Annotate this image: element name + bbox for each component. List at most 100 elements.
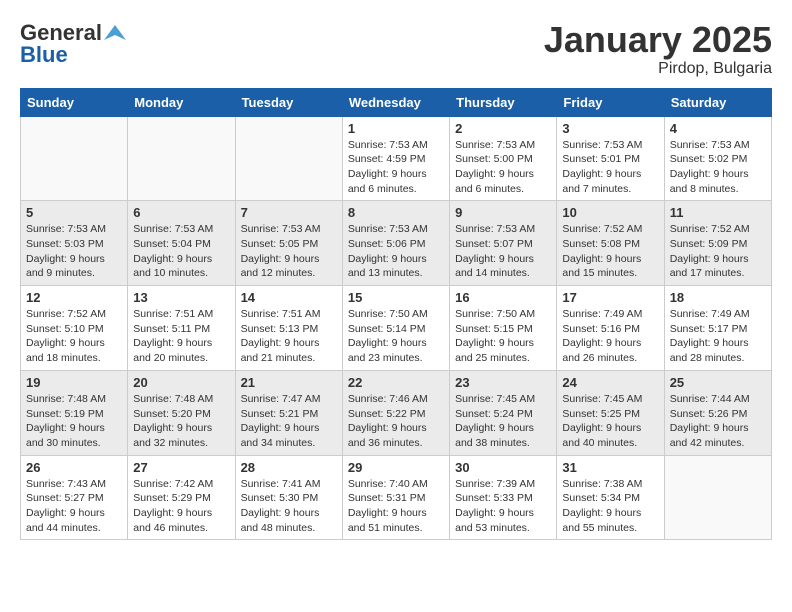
calendar-week-row: 12Sunrise: 7:52 AM Sunset: 5:10 PM Dayli… <box>21 286 772 371</box>
day-number: 7 <box>241 205 337 220</box>
day-info: Sunrise: 7:52 AM Sunset: 5:10 PM Dayligh… <box>26 307 122 366</box>
page-header: General Blue January 2025 Pirdop, Bulgar… <box>20 20 772 78</box>
calendar-day-cell: 3 Sunrise: 7:53 AM Sunset: 5:01 PM Daylig… <box>557 116 664 201</box>
day-number: 23 <box>455 375 551 390</box>
calendar-day-cell: 1 Sunrise: 7:53 AM Sunset: 4:59 PM Daylig… <box>342 116 449 201</box>
calendar-day-header: Saturday <box>664 88 771 116</box>
day-info: Sunrise: 7:53 AM Sunset: 5:03 PM Dayligh… <box>26 222 122 281</box>
day-info: Sunrise: 7:53 AM Sunset: 5:07 PM Dayligh… <box>455 222 551 281</box>
calendar-day-cell: 14Sunrise: 7:51 AM Sunset: 5:13 PM Dayli… <box>235 286 342 371</box>
calendar-day-cell: 28 Sunrise: 7:41 AM Sunset: 5:30 PM Dayli… <box>235 455 342 540</box>
day-number: 18 <box>670 290 766 305</box>
day-number: 3 <box>562 121 658 136</box>
day-number: 6 <box>133 205 229 220</box>
calendar-day-cell: 18 Sunrise: 7:49 AM Sunset: 5:17 PM Dayli… <box>664 286 771 371</box>
day-number: 22 <box>348 375 444 390</box>
calendar-day-cell <box>664 455 771 540</box>
calendar-day-cell: 2 Sunrise: 7:53 AM Sunset: 5:00 PM Daylig… <box>450 116 557 201</box>
calendar-day-cell: 17 Sunrise: 7:49 AM Sunset: 5:16 PM Dayli… <box>557 286 664 371</box>
calendar-day-cell: 5 Sunrise: 7:53 AM Sunset: 5:03 PM Daylig… <box>21 201 128 286</box>
day-info: Sunrise: 7:40 AM Sunset: 5:31 PM Dayligh… <box>348 477 444 536</box>
calendar-week-row: 5 Sunrise: 7:53 AM Sunset: 5:03 PM Daylig… <box>21 201 772 286</box>
day-number: 29 <box>348 460 444 475</box>
day-number: 25 <box>670 375 766 390</box>
day-info: Sunrise: 7:47 AM Sunset: 5:21 PM Dayligh… <box>241 392 337 451</box>
calendar-day-cell: 23 Sunrise: 7:45 AM Sunset: 5:24 PM Dayli… <box>450 370 557 455</box>
day-number: 21 <box>241 375 337 390</box>
day-info: Sunrise: 7:53 AM Sunset: 5:06 PM Dayligh… <box>348 222 444 281</box>
day-info: Sunrise: 7:52 AM Sunset: 5:08 PM Dayligh… <box>562 222 658 281</box>
day-info: Sunrise: 7:53 AM Sunset: 5:05 PM Dayligh… <box>241 222 337 281</box>
calendar-day-cell: 20 Sunrise: 7:48 AM Sunset: 5:20 PM Dayli… <box>128 370 235 455</box>
day-number: 11 <box>670 205 766 220</box>
day-info: Sunrise: 7:50 AM Sunset: 5:15 PM Dayligh… <box>455 307 551 366</box>
day-info: Sunrise: 7:51 AM Sunset: 5:11 PM Dayligh… <box>133 307 229 366</box>
day-number: 1 <box>348 121 444 136</box>
calendar-day-cell <box>21 116 128 201</box>
day-info: Sunrise: 7:53 AM Sunset: 4:59 PM Dayligh… <box>348 138 444 197</box>
day-info: Sunrise: 7:43 AM Sunset: 5:27 PM Dayligh… <box>26 477 122 536</box>
day-number: 28 <box>241 460 337 475</box>
day-number: 9 <box>455 205 551 220</box>
day-number: 19 <box>26 375 122 390</box>
day-number: 2 <box>455 121 551 136</box>
day-info: Sunrise: 7:48 AM Sunset: 5:19 PM Dayligh… <box>26 392 122 451</box>
calendar-day-header: Tuesday <box>235 88 342 116</box>
calendar-day-cell: 7 Sunrise: 7:53 AM Sunset: 5:05 PM Daylig… <box>235 201 342 286</box>
day-number: 8 <box>348 205 444 220</box>
day-info: Sunrise: 7:41 AM Sunset: 5:30 PM Dayligh… <box>241 477 337 536</box>
calendar-day-header: Sunday <box>21 88 128 116</box>
calendar-day-header: Thursday <box>450 88 557 116</box>
day-info: Sunrise: 7:45 AM Sunset: 5:25 PM Dayligh… <box>562 392 658 451</box>
day-info: Sunrise: 7:53 AM Sunset: 5:00 PM Dayligh… <box>455 138 551 197</box>
day-number: 15 <box>348 290 444 305</box>
calendar-title: January 2025 <box>544 20 772 60</box>
day-number: 24 <box>562 375 658 390</box>
calendar-day-cell: 15Sunrise: 7:50 AM Sunset: 5:14 PM Dayli… <box>342 286 449 371</box>
calendar-table: SundayMondayTuesdayWednesdayThursdayFrid… <box>20 88 772 541</box>
calendar-day-cell: 21 Sunrise: 7:47 AM Sunset: 5:21 PM Dayli… <box>235 370 342 455</box>
day-number: 30 <box>455 460 551 475</box>
calendar-day-cell: 6Sunrise: 7:53 AM Sunset: 5:04 PM Daylig… <box>128 201 235 286</box>
day-info: Sunrise: 7:39 AM Sunset: 5:33 PM Dayligh… <box>455 477 551 536</box>
calendar-week-row: 1 Sunrise: 7:53 AM Sunset: 4:59 PM Daylig… <box>21 116 772 201</box>
calendar-week-row: 26 Sunrise: 7:43 AM Sunset: 5:27 PM Dayli… <box>21 455 772 540</box>
calendar-day-cell: 4 Sunrise: 7:53 AM Sunset: 5:02 PM Daylig… <box>664 116 771 201</box>
logo-bird-icon <box>104 22 126 44</box>
logo: General Blue <box>20 20 126 68</box>
day-number: 17 <box>562 290 658 305</box>
calendar-header-row: SundayMondayTuesdayWednesdayThursdayFrid… <box>21 88 772 116</box>
day-info: Sunrise: 7:53 AM Sunset: 5:02 PM Dayligh… <box>670 138 766 197</box>
day-info: Sunrise: 7:42 AM Sunset: 5:29 PM Dayligh… <box>133 477 229 536</box>
day-number: 20 <box>133 375 229 390</box>
calendar-day-cell: 19 Sunrise: 7:48 AM Sunset: 5:19 PM Dayli… <box>21 370 128 455</box>
day-info: Sunrise: 7:48 AM Sunset: 5:20 PM Dayligh… <box>133 392 229 451</box>
day-number: 5 <box>26 205 122 220</box>
day-number: 27 <box>133 460 229 475</box>
calendar-day-cell: 11 Sunrise: 7:52 AM Sunset: 5:09 PM Dayli… <box>664 201 771 286</box>
day-info: Sunrise: 7:49 AM Sunset: 5:16 PM Dayligh… <box>562 307 658 366</box>
calendar-subtitle: Pirdop, Bulgaria <box>544 60 772 78</box>
day-number: 16 <box>455 290 551 305</box>
day-info: Sunrise: 7:53 AM Sunset: 5:01 PM Dayligh… <box>562 138 658 197</box>
calendar-day-cell <box>128 116 235 201</box>
day-info: Sunrise: 7:46 AM Sunset: 5:22 PM Dayligh… <box>348 392 444 451</box>
calendar-day-cell: 30 Sunrise: 7:39 AM Sunset: 5:33 PM Dayli… <box>450 455 557 540</box>
day-number: 31 <box>562 460 658 475</box>
calendar-day-header: Monday <box>128 88 235 116</box>
calendar-day-cell: 24 Sunrise: 7:45 AM Sunset: 5:25 PM Dayli… <box>557 370 664 455</box>
calendar-day-cell: 9 Sunrise: 7:53 AM Sunset: 5:07 PM Daylig… <box>450 201 557 286</box>
day-info: Sunrise: 7:45 AM Sunset: 5:24 PM Dayligh… <box>455 392 551 451</box>
calendar-day-cell: 25Sunrise: 7:44 AM Sunset: 5:26 PM Dayli… <box>664 370 771 455</box>
calendar-day-cell: 10Sunrise: 7:52 AM Sunset: 5:08 PM Dayli… <box>557 201 664 286</box>
calendar-day-cell: 27 Sunrise: 7:42 AM Sunset: 5:29 PM Dayli… <box>128 455 235 540</box>
day-info: Sunrise: 7:52 AM Sunset: 5:09 PM Dayligh… <box>670 222 766 281</box>
calendar-day-cell: 12Sunrise: 7:52 AM Sunset: 5:10 PM Dayli… <box>21 286 128 371</box>
day-info: Sunrise: 7:49 AM Sunset: 5:17 PM Dayligh… <box>670 307 766 366</box>
calendar-day-header: Wednesday <box>342 88 449 116</box>
day-number: 4 <box>670 121 766 136</box>
day-number: 26 <box>26 460 122 475</box>
calendar-week-row: 19 Sunrise: 7:48 AM Sunset: 5:19 PM Dayli… <box>21 370 772 455</box>
calendar-day-cell: 8 Sunrise: 7:53 AM Sunset: 5:06 PM Daylig… <box>342 201 449 286</box>
title-section: January 2025 Pirdop, Bulgaria <box>544 20 772 78</box>
